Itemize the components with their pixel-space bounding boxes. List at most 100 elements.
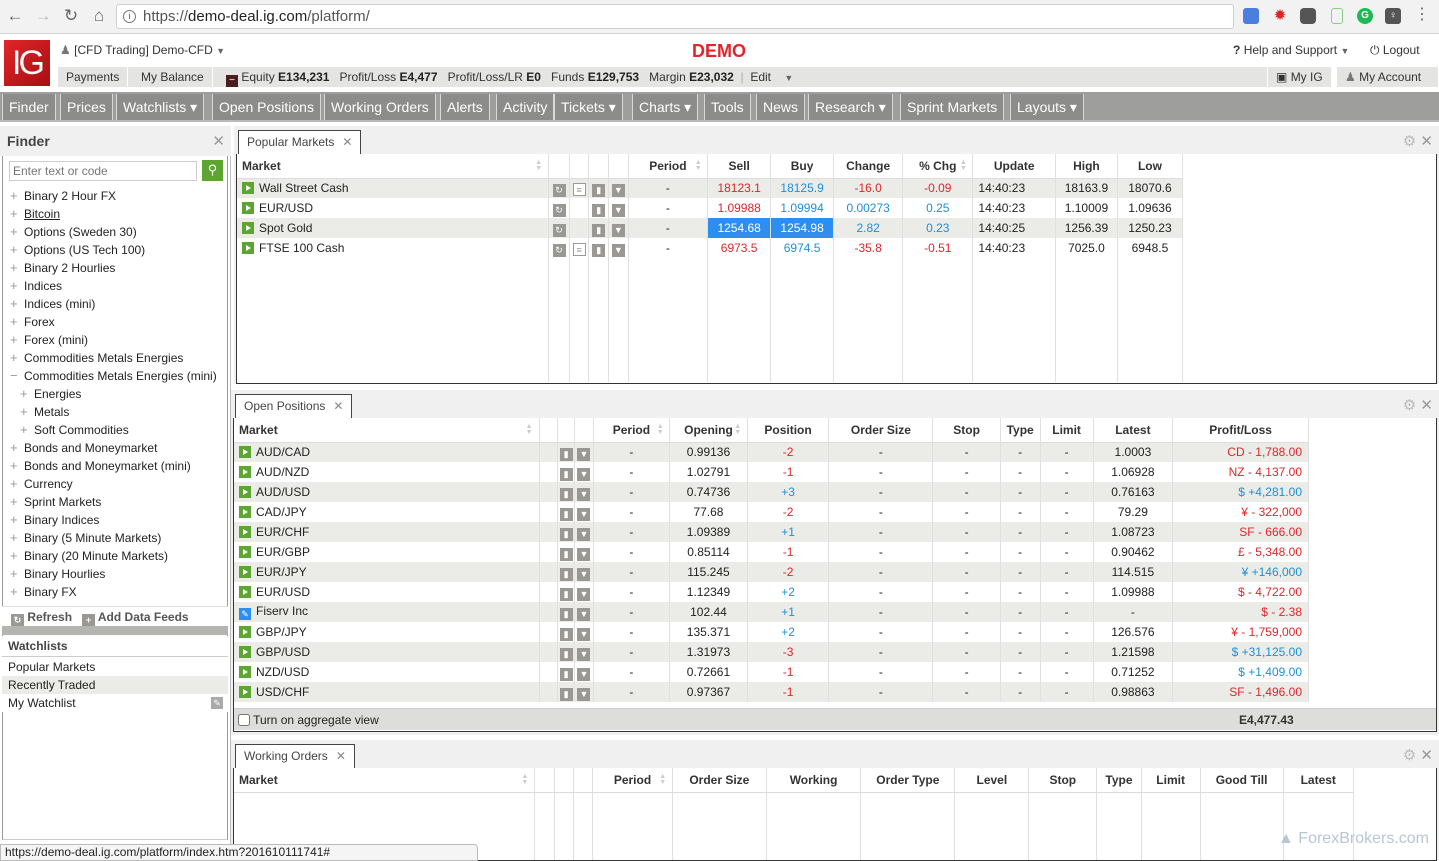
aggregate-checkbox[interactable] (238, 714, 250, 726)
finder-tree-item[interactable]: + Bitcoin (10, 205, 60, 223)
column-header[interactable]: Latest (1283, 768, 1355, 793)
table-row[interactable]: NZD/USD ▮ ▼ -0.72661 -1- - - -0.71252 $ +1,409.0… (234, 662, 1309, 682)
deal-ticket-icon[interactable] (239, 586, 251, 598)
nav-watchlists[interactable]: Watchlists ▾ (116, 94, 205, 120)
chart-icon[interactable]: ▮ (592, 223, 606, 237)
my-balance-button[interactable]: My Balance (133, 67, 213, 87)
menu-kebab-icon[interactable]: ⋮ (1414, 7, 1430, 24)
gear-icon[interactable]: ⚙ (1403, 747, 1416, 764)
column-header[interactable] (554, 768, 574, 793)
column-header[interactable] (539, 418, 558, 443)
buy-price[interactable]: 1254.98 (770, 218, 835, 238)
my-account-button[interactable]: ♟ My Account (1337, 67, 1439, 87)
collapse-icon[interactable]: − (10, 367, 24, 385)
chart-cell[interactable]: ▮ (557, 502, 576, 522)
chart-icon[interactable]: ▮ (559, 487, 573, 501)
dropdown-icon[interactable]: ▼ (611, 203, 625, 217)
dropdown-icon[interactable]: ▼ (577, 647, 591, 661)
chart-icon[interactable]: ▮ (559, 527, 573, 541)
menu-cell[interactable]: ▼ (574, 662, 594, 682)
deal-ticket-icon[interactable] (242, 202, 254, 214)
column-header[interactable] (573, 768, 594, 793)
finder-tree-item[interactable]: + Binary (20 Minute Markets) (10, 547, 168, 565)
column-header[interactable]: % Chg ▲ ▼ (902, 154, 974, 179)
menu-cell[interactable]: ▼ (574, 442, 594, 462)
column-header[interactable]: Period ▲ ▼ (628, 154, 709, 179)
news-cell[interactable]: ≡ (569, 178, 590, 198)
finder-tree-item[interactable]: + Energies (20, 385, 81, 403)
news-icon[interactable]: ≡ (572, 243, 586, 256)
menu-cell[interactable]: ▼ (574, 602, 594, 622)
add-data-feeds-button[interactable]: + Add Data Feeds (82, 610, 189, 627)
chart-icon[interactable]: ▮ (559, 447, 573, 461)
nav-tools[interactable]: Tools (704, 94, 751, 120)
refresh-cell[interactable]: ↻ (548, 178, 570, 198)
menu-cell[interactable]: ▼ (574, 642, 594, 662)
column-header[interactable]: Market ▲ ▼ (234, 418, 540, 443)
expand-icon[interactable]: + (10, 205, 24, 223)
column-header[interactable] (569, 154, 590, 179)
column-header[interactable]: Type (1000, 418, 1041, 443)
lightbulb-extension-icon[interactable]: ♀ (1385, 8, 1401, 24)
market-cell[interactable]: EUR/CHF (234, 522, 540, 542)
chart-icon[interactable]: ▮ (559, 587, 573, 601)
help-support-menu[interactable]: ? Help and Support ▼ (1233, 43, 1349, 57)
finder-tree-item[interactable]: + Options (US Tech 100) (10, 241, 145, 259)
menu-cell[interactable]: ▼ (574, 462, 594, 482)
finder-tree-item[interactable]: + Indices (10, 277, 62, 295)
market-cell[interactable]: AUD/NZD (234, 462, 540, 482)
sort-icon[interactable]: ▲ ▼ (521, 773, 529, 786)
chart-cell[interactable]: ▮ (557, 602, 576, 622)
expand-icon[interactable]: + (10, 259, 24, 277)
chart-cell[interactable]: ▮ (557, 442, 576, 462)
table-row[interactable]: Spot Gold ↻ ▮ ▼ -1254.68 1254.98 2.82 0.23 14:40… (237, 218, 1184, 238)
chart-cell[interactable]: ▮ (557, 462, 576, 482)
tab-open-positions[interactable]: Open Positions ✕ (235, 394, 353, 418)
chart-cell[interactable]: ▮ (557, 622, 576, 642)
gear-icon[interactable]: ⚙ (1403, 397, 1416, 414)
column-header[interactable]: Market ▲ ▼ (237, 154, 550, 179)
tab-working-orders[interactable]: Working Orders ✕ (235, 744, 355, 768)
table-row[interactable]: AUD/USD ▮ ▼ -0.74736 +3- - - -0.76163 $ +4,281.0… (234, 482, 1309, 502)
buy-price[interactable]: 6974.5 (770, 238, 835, 258)
column-header[interactable]: Stop (1028, 768, 1098, 793)
chart-cell[interactable]: ▮ (557, 582, 576, 602)
deal-ticket-icon[interactable] (239, 646, 251, 658)
menu-cell[interactable]: ▼ (574, 562, 594, 582)
table-row[interactable]: FTSE 100 Cash ↻ ≡ ▮ ▼ -6973.5 6974.5 -35.8 -0.51… (237, 238, 1184, 258)
dropdown-icon[interactable]: ▼ (577, 687, 591, 701)
close-icon[interactable]: ✕ (1420, 397, 1433, 414)
nav-layouts[interactable]: Layouts ▾ (1010, 94, 1084, 120)
table-row[interactable]: Wall Street Cash ↻ ≡ ▮ ▼ -18123.1 18125.9 -16.0… (237, 178, 1184, 198)
deal-ticket-icon[interactable] (239, 526, 251, 538)
translate-extension-icon[interactable] (1243, 8, 1259, 24)
grammarly-extension-icon[interactable]: G (1357, 8, 1373, 24)
table-row[interactable]: EUR/CHF ▮ ▼ -1.09389 +1- - - -1.08723 SF - 666.0… (234, 522, 1309, 542)
column-header[interactable]: Opening ▲ ▼ (669, 418, 748, 443)
menu-cell[interactable]: ▼ (608, 238, 629, 258)
dropdown-icon[interactable]: ▼ (577, 527, 591, 541)
sort-icon[interactable]: ▲ ▼ (526, 423, 534, 436)
table-row[interactable]: AUD/NZD ▮ ▼ -1.02791 -1- - - -1.06928 NZ - 4,137… (234, 462, 1309, 482)
column-header[interactable]: Level (954, 768, 1030, 793)
deal-ticket-icon[interactable] (242, 182, 254, 195)
column-header[interactable]: Period ▲ ▼ (593, 418, 671, 443)
chart-icon[interactable]: ▮ (559, 567, 573, 581)
column-header[interactable]: Type (1096, 768, 1142, 793)
expand-icon[interactable]: + (10, 439, 24, 457)
reload-icon[interactable]: ↻ (60, 5, 82, 27)
nav-prices[interactable]: Prices (60, 94, 113, 120)
market-cell[interactable]: EUR/JPY (234, 562, 540, 582)
chart-cell[interactable]: ▮ (557, 482, 576, 502)
column-header[interactable]: Period ▲ ▼ (592, 768, 673, 793)
sort-icon[interactable]: ▲ ▼ (656, 423, 664, 436)
refresh-button[interactable]: ↻ Refresh (11, 610, 72, 627)
watchlist-item[interactable]: Popular Markets (2, 658, 228, 676)
column-header[interactable]: Change (833, 154, 904, 179)
dropdown-icon[interactable]: ▼ (577, 487, 591, 501)
market-cell[interactable]: AUD/CAD (234, 442, 540, 462)
expand-icon[interactable]: + (10, 583, 24, 601)
nav-open-positions[interactable]: Open Positions (212, 94, 321, 120)
table-row[interactable]: EUR/JPY ▮ ▼ -115.245 -2- - - -114.515 ¥ +146,000 (234, 562, 1309, 582)
close-icon[interactable]: ✕ (212, 132, 225, 150)
